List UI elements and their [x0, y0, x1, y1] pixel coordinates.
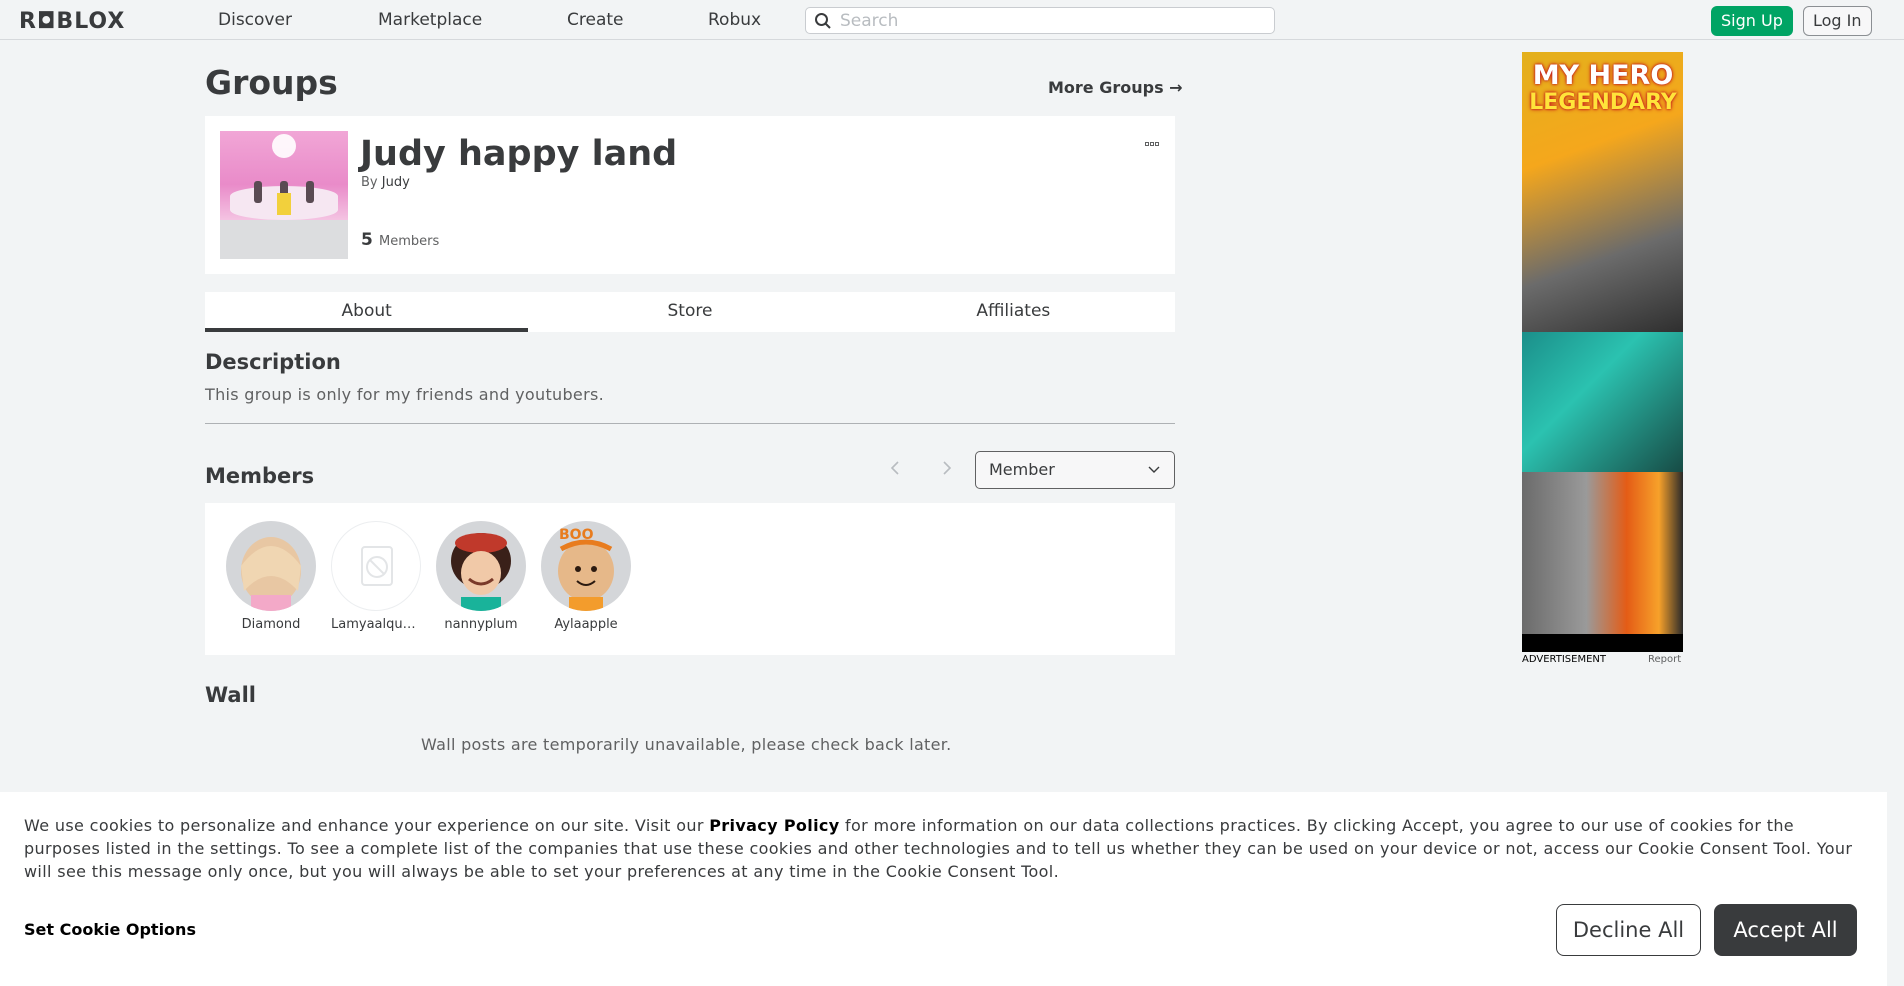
member-name[interactable]: nannyplum	[436, 617, 526, 632]
cookie-options-link[interactable]: Set Cookie Options	[24, 920, 196, 939]
nav-marketplace[interactable]: Marketplace	[378, 10, 482, 30]
privacy-policy-link[interactable]: Privacy Policy	[709, 816, 839, 835]
member-tile[interactable]: BOO Aylaapple	[536, 521, 636, 632]
svg-text:BOO: BOO	[559, 527, 594, 543]
ad-title-line2: LEGENDARY	[1529, 90, 1677, 115]
cookie-banner: We use cookies to personalize and enhanc…	[0, 792, 1887, 986]
advertisement-label: ADVERTISEMENT	[1522, 654, 1607, 665]
member-count-label: Members	[378, 234, 440, 249]
ad-report-link[interactable]: Report	[1648, 654, 1681, 665]
owner-link[interactable]: Judy	[382, 175, 410, 190]
member-tile[interactable]: Lamyaalqub...	[326, 521, 426, 632]
description-text: This group is only for my friends and yo…	[205, 385, 604, 404]
member-count: 5 Members	[361, 230, 439, 250]
more-groups-link[interactable]: More Groups →	[1048, 78, 1183, 97]
role-selected: Member	[989, 460, 1055, 479]
tab-about[interactable]: About	[205, 292, 529, 332]
tab-affiliates[interactable]: Affiliates	[852, 292, 1175, 332]
search-icon	[815, 12, 831, 29]
description-heading: Description	[205, 350, 341, 374]
cookie-text: We use cookies to personalize and enhanc…	[24, 814, 1864, 883]
divider	[205, 423, 1175, 424]
avatar[interactable]	[226, 521, 316, 611]
member-count-number: 5	[361, 230, 373, 250]
avatar[interactable]: BOO	[541, 521, 631, 611]
search-box[interactable]	[805, 7, 1275, 34]
members-heading: Members	[205, 464, 315, 488]
roblox-logo[interactable]: R◘BLOX	[19, 9, 125, 34]
search-input[interactable]	[840, 10, 1240, 31]
group-emblem	[220, 131, 348, 259]
member-tile[interactable]: nannyplum	[431, 521, 531, 632]
nav-robux[interactable]: Robux	[708, 10, 761, 30]
wall-heading: Wall	[205, 683, 256, 707]
group-name: Judy happy land	[360, 134, 678, 174]
chevron-left-icon[interactable]	[889, 459, 901, 477]
more-options-icon[interactable]	[1145, 131, 1163, 146]
member-tile[interactable]: Diamond	[221, 521, 321, 632]
group-tabs: About Store Affiliates	[205, 292, 1175, 332]
members-list: Diamond Lamyaalqub... nannyplum BOO Ayla…	[205, 503, 1175, 655]
avatar[interactable]	[436, 521, 526, 611]
nav-create[interactable]: Create	[567, 10, 624, 30]
group-header-card: Judy happy land By Judy 5 Members	[205, 116, 1175, 274]
role-dropdown[interactable]: Member	[975, 451, 1175, 489]
unavailable-image-icon	[361, 546, 393, 586]
ad-title-line1: MY HERO	[1532, 60, 1674, 91]
avatar[interactable]	[331, 521, 421, 611]
tab-store[interactable]: Store	[528, 292, 851, 332]
decline-all-button[interactable]: Decline All	[1556, 904, 1701, 956]
signup-button[interactable]: Sign Up	[1711, 6, 1793, 36]
top-navigation: R◘BLOX Discover Marketplace Create Robux…	[0, 0, 1904, 40]
wall-message: Wall posts are temporarily unavailable, …	[421, 735, 952, 754]
login-button[interactable]: Log In	[1803, 6, 1872, 36]
ad-title: MY HERO LEGENDARY	[1525, 62, 1681, 116]
chevron-right-icon[interactable]	[941, 459, 953, 477]
member-name[interactable]: Diamond	[226, 617, 316, 632]
page-title: Groups	[205, 63, 338, 102]
cookie-text-start: We use cookies to personalize and enhanc…	[24, 816, 710, 835]
member-name[interactable]: Lamyaalqub...	[331, 617, 421, 632]
by-label: By	[361, 175, 378, 190]
member-name[interactable]: Aylaapple	[541, 617, 631, 632]
chevron-down-icon	[1148, 466, 1160, 473]
group-owner-line: By Judy	[361, 175, 410, 190]
nav-discover[interactable]: Discover	[218, 10, 292, 30]
accept-all-button[interactable]: Accept All	[1714, 904, 1857, 956]
advertisement-banner[interactable]: MY HERO LEGENDARY	[1522, 52, 1683, 652]
